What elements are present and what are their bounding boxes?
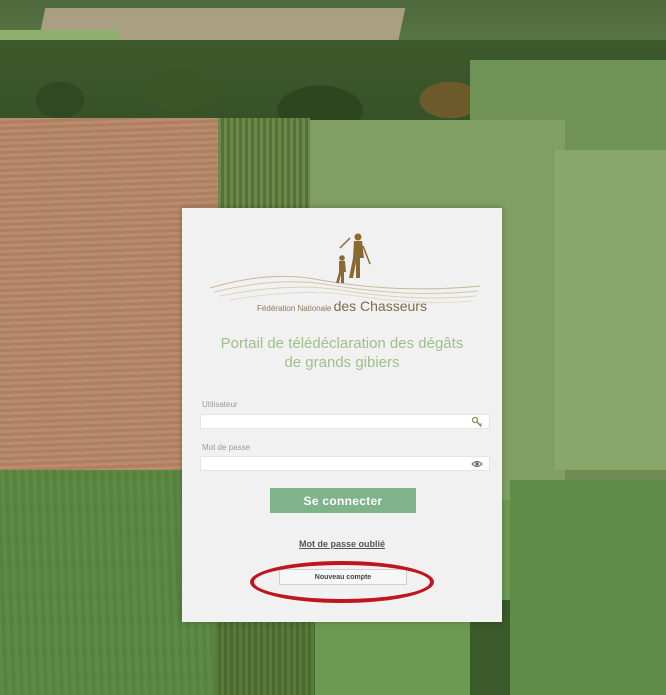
key-icon[interactable] [471, 416, 483, 428]
username-field[interactable] [200, 414, 490, 432]
password-label: Mot de passe [202, 443, 251, 452]
password-field[interactable] [200, 456, 490, 474]
federation-name: Fédération Nationale des Chasseurs [182, 298, 502, 314]
page-title-line2: de grands gibiers [284, 354, 400, 371]
eye-icon[interactable] [471, 458, 483, 470]
forgot-password-link[interactable]: Mot de passe oublié [182, 539, 502, 549]
login-card: Fédération Nationale des Chasseurs Porta… [182, 208, 502, 622]
federation-name-large: des Chasseurs [333, 298, 427, 314]
page-title-line1: Portail de télédéclaration des dégâts [220, 335, 464, 352]
username-input[interactable] [201, 418, 469, 432]
login-button[interactable]: Se connecter [270, 488, 416, 513]
password-input[interactable] [201, 460, 469, 474]
federation-name-small: Fédération Nationale [257, 304, 332, 313]
username-label: Utilisateur [202, 400, 238, 409]
new-account-button[interactable]: Nouveau compte [279, 569, 407, 585]
page-title: Portail de télédéclaration des dégâts de… [192, 334, 492, 372]
